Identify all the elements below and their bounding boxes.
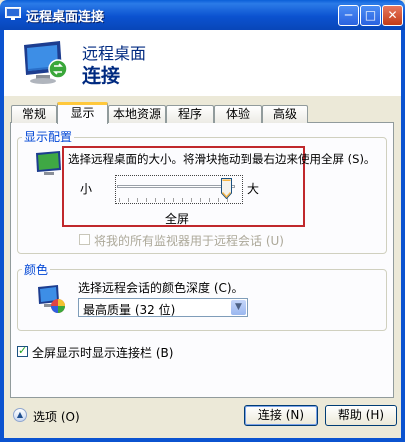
- help-button[interactable]: 帮助 (H): [325, 405, 397, 426]
- close-button[interactable]: ✕: [382, 5, 403, 26]
- screen-size-prompt: 选择远程桌面的大小。将滑块拖动到最右边来使用全屏 (S)。: [68, 152, 376, 166]
- chevron-down-icon[interactable]: ▼: [231, 300, 246, 315]
- banner-title: 连接: [82, 65, 121, 87]
- tab-display[interactable]: 显示: [57, 102, 108, 124]
- title-bar[interactable]: 远程桌面连接 ─ □ ✕: [0, 0, 405, 30]
- show-connection-bar-checkbox[interactable]: ✓: [17, 344, 28, 357]
- close-icon: ✕: [387, 8, 398, 22]
- screen-size-slider-thumb[interactable]: [221, 178, 232, 199]
- tab-local-resources[interactable]: 本地资源: [108, 105, 166, 123]
- screen-size-slider-track[interactable]: [117, 185, 235, 188]
- maximize-button[interactable]: □: [360, 5, 381, 26]
- connect-button[interactable]: 连接 (N): [244, 405, 318, 426]
- multi-monitor-checkbox[interactable]: [79, 234, 90, 245]
- slider-max-label: 大: [247, 182, 260, 196]
- tab-general[interactable]: 常规: [11, 105, 57, 123]
- display-config-label: 显示配置: [22, 128, 75, 145]
- tab-experience[interactable]: 体验: [214, 105, 262, 123]
- options-toggle-button[interactable]: ▲: [13, 408, 27, 422]
- options-label[interactable]: 选项 (O): [33, 408, 80, 425]
- tab-advanced[interactable]: 高级: [262, 105, 308, 123]
- monitor-icon: [36, 151, 61, 175]
- show-connection-bar-label: 全屏显示时显示连接栏 (B): [32, 346, 174, 360]
- maximize-icon: □: [364, 8, 377, 22]
- chevron-up-icon: ▲: [16, 410, 24, 419]
- color-depth-prompt: 选择远程会话的颜色深度 (C)。: [78, 281, 244, 295]
- slider-ticks: [119, 198, 233, 202]
- remote-desktop-icon: [5, 7, 21, 20]
- color-depth-value: 最高质量 (32 位): [83, 303, 176, 317]
- slider-value-label: 全屏: [165, 212, 190, 226]
- minimize-icon: ─: [344, 8, 353, 22]
- header-banner: 远程桌面 连接: [4, 30, 401, 96]
- multi-monitor-label: 将我的所有监视器用于远程会话 (U): [94, 234, 284, 248]
- checkmark-icon: ✓: [18, 344, 28, 357]
- colors-label: 颜色: [22, 261, 51, 278]
- minimize-button[interactable]: ─: [338, 5, 359, 26]
- tab-programs[interactable]: 程序: [166, 105, 214, 123]
- slider-min-label: 小: [80, 182, 93, 196]
- remote-desktop-logo-icon: [24, 41, 68, 84]
- color-depth-icon: [38, 285, 65, 313]
- color-depth-select[interactable]: 最高质量 (32 位) ▼: [78, 298, 248, 317]
- window-title: 远程桌面连接: [26, 10, 105, 25]
